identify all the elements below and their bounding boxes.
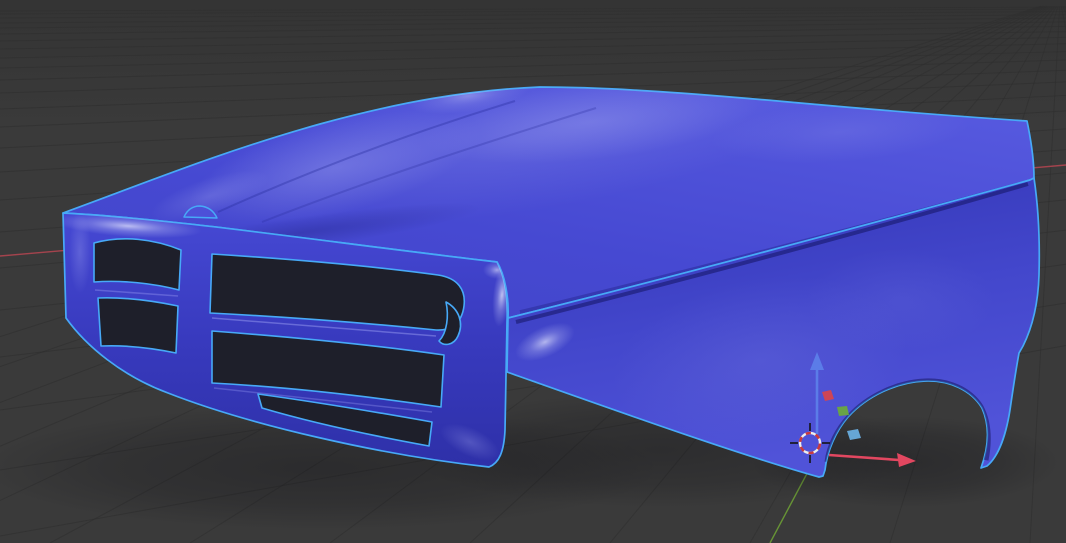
grille-pillar-sheen — [69, 213, 91, 294]
3d-viewport[interactable] — [0, 0, 1066, 543]
fender-highlight — [805, 248, 995, 352]
grille-opening-left-lower[interactable] — [97, 297, 179, 354]
gizmo-xy-plane-handle[interactable] — [837, 406, 849, 416]
